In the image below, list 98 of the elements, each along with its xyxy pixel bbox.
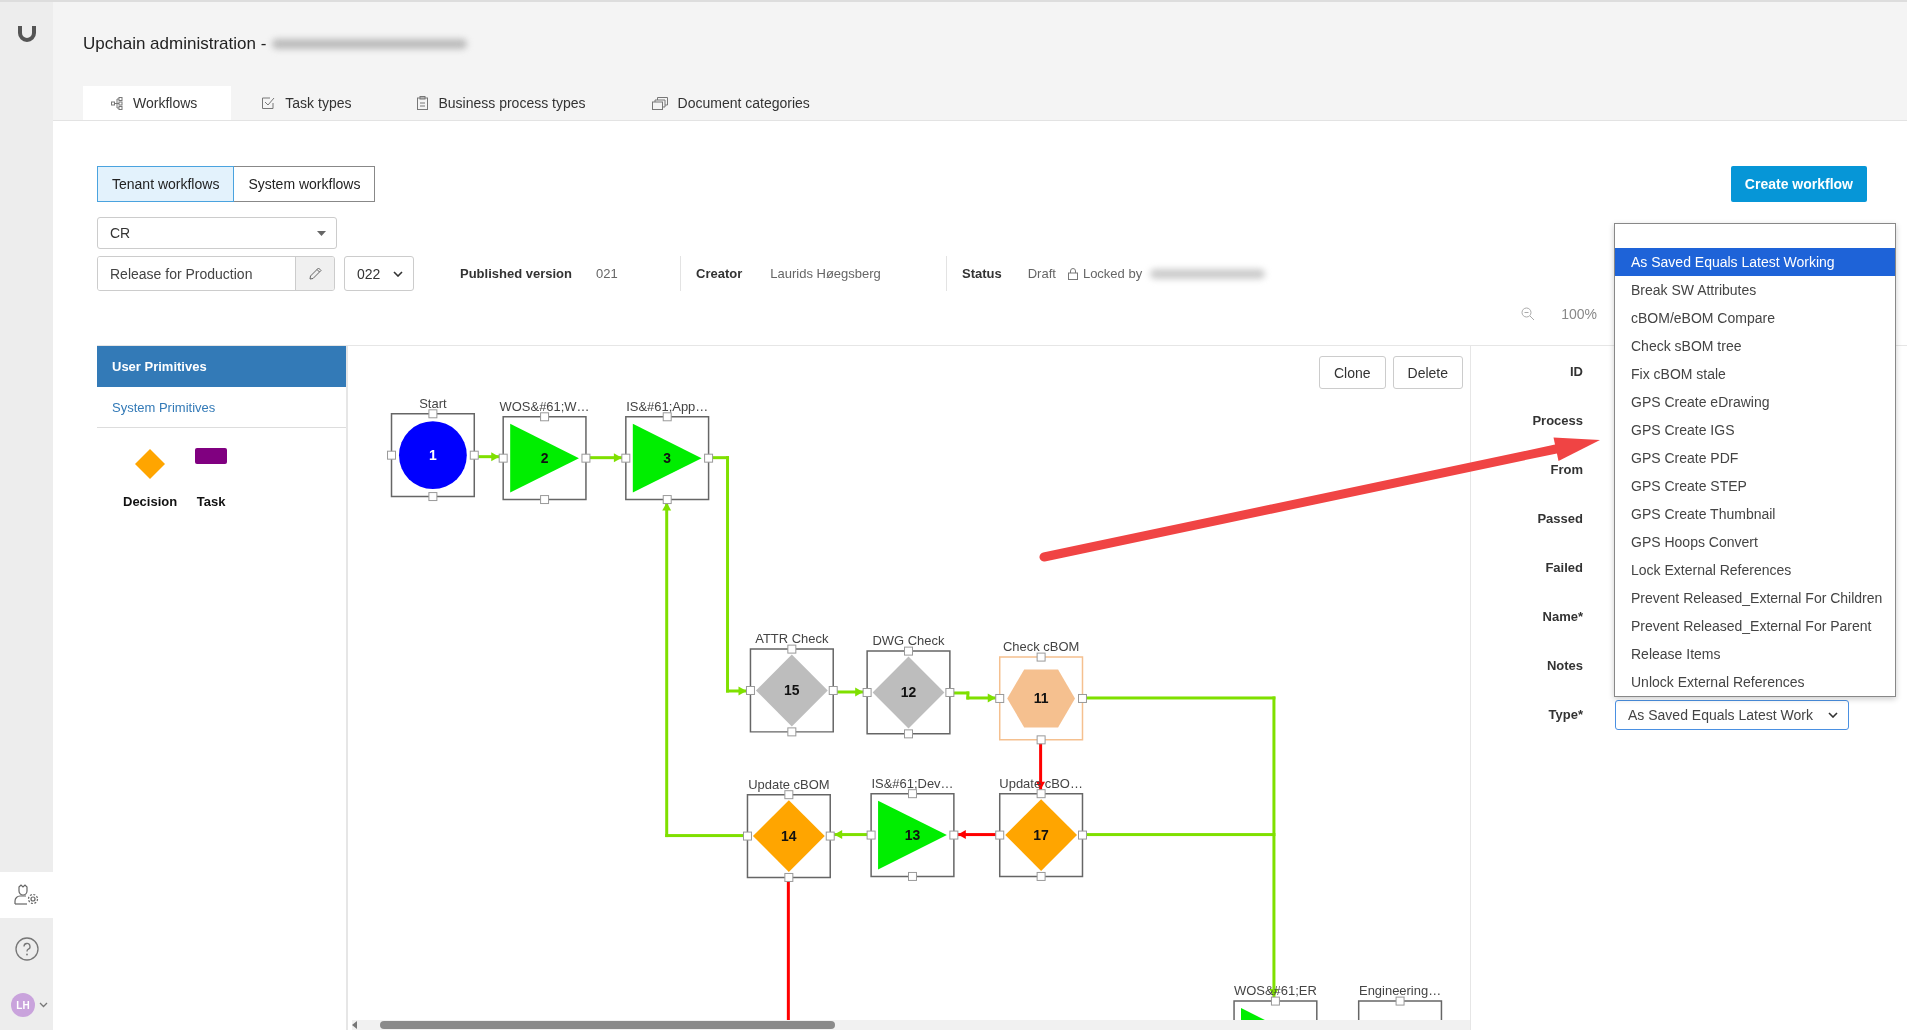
node-label: DWG Check [872,633,945,649]
circle-node[interactable] [399,421,467,489]
zoom-out-icon[interactable] [1521,306,1536,321]
dropdown-option[interactable]: GPS Hoops Convert [1615,528,1895,556]
lock-icon [1067,267,1078,280]
scroll-left-icon[interactable] [352,1021,358,1029]
version-select[interactable]: 022 [344,256,414,291]
dropdown-option[interactable]: cBOM/eBOM Compare [1615,304,1895,332]
node-label: WOS&#61;W… [499,398,590,414]
dropdown-option[interactable]: Lock External References [1615,556,1895,584]
node-label: Update cBOM [748,776,830,792]
locked-by-label: Locked by [1082,266,1143,281]
dropdown-option[interactable]: GPS Create STEP [1615,472,1895,500]
help-icon[interactable] [14,937,39,961]
tab[interactable]: Business process types [387,86,622,120]
property-label: Passed [1536,511,1583,526]
node-frame[interactable] [1357,996,1443,1021]
tab[interactable]: Document categories [621,86,846,120]
canvas-action-button[interactable]: Delete [1392,356,1463,389]
dropdown-option[interactable]: GPS Create IGS [1615,416,1895,444]
diamond-primitive[interactable] [134,448,167,480]
diamond-node[interactable] [752,800,825,872]
tab[interactable]: Task types [231,86,388,120]
node-number: 12 [900,684,917,701]
node-label: Start [419,395,447,411]
node-number: 17 [1033,827,1049,844]
info-label: Status [962,266,1002,281]
zoom-level: 100% [1561,305,1597,322]
node-label: Check cBOM [1002,639,1080,655]
node-number: 2 [540,450,549,467]
node-number: 1 [429,447,437,464]
info-label: Published version [460,266,572,281]
info-value: Laurids Høegsberg [770,266,881,281]
workflow-name-field[interactable]: Release for Production [97,256,335,291]
node-label: ATTR Check [755,631,829,647]
type-select[interactable]: As Saved Equals Latest Work [1615,699,1849,730]
hexagon-node[interactable] [1007,669,1075,728]
dropdown-option[interactable]: GPS Create eDrawing [1615,388,1895,416]
node-label: IS&#61;Dev… [871,775,954,791]
primitives-tab[interactable]: User Primitives [97,346,346,387]
diamond-node[interactable] [872,656,945,729]
primitive-label: Decision [123,494,178,509]
dropdown-option[interactable]: Check sBOM tree [1615,332,1895,360]
triangle-node[interactable] [1241,1008,1265,1021]
primitive-label: Task [196,494,226,509]
triangle-node[interactable] [878,800,947,870]
property-label: From [1549,462,1583,477]
dropdown-option[interactable]: GPS Create PDF [1615,444,1895,472]
page-title: Upchain administration - [83,34,267,54]
workflow-icon [111,96,123,110]
pencil-icon [308,267,322,280]
canvas-action-button[interactable]: Clone [1318,356,1386,389]
dropdown-option[interactable]: Fix cBOM stale [1615,360,1895,388]
dropdown-option[interactable]: GPS Create Thumbnail [1615,500,1895,528]
checkbox-icon [261,96,276,110]
clipboard-icon [417,96,429,110]
node-number: 11 [1033,690,1049,707]
triangle-node[interactable] [510,423,579,493]
diamond-node[interactable] [755,654,828,727]
node-label: IS&#61;App… [626,398,709,414]
documents-icon [651,96,668,110]
property-label: Failed [1544,560,1583,575]
property-label: Type* [1547,707,1583,722]
dropdown-option[interactable]: Unlock External References [1615,668,1895,696]
scope-toggle-button[interactable]: Tenant workflows [97,166,235,202]
scope-toggle-button[interactable]: System workflows [234,166,376,202]
info-value: 021 [596,266,618,281]
node-number: 3 [663,450,672,467]
info-label: Creator [696,266,743,281]
property-label: ID [1569,364,1583,379]
scrollbar-thumb[interactable] [380,1021,835,1029]
category-select[interactable]: CR [97,217,337,249]
dropdown-option[interactable]: Prevent Released_External For Children [1615,584,1895,612]
info-value: Draft [1027,266,1056,281]
node-frame[interactable] [1233,996,1318,1021]
property-label: Name* [1541,609,1583,624]
dropdown-option[interactable]: Prevent Released_External For Parent [1615,612,1895,640]
dropdown-option[interactable]: Release Items [1615,640,1895,668]
diamond-node[interactable] [1005,799,1077,871]
dropdown-option[interactable]: Break SW Attributes [1615,276,1895,304]
node-number: 15 [784,682,800,699]
node-number: 14 [781,828,797,845]
chevron-down-icon[interactable] [39,1002,48,1008]
property-label: Process [1531,413,1583,428]
tab[interactable]: Workflows [83,86,232,120]
triangle-node[interactable] [632,423,702,493]
edit-button[interactable] [295,257,334,290]
connector-line[interactable] [726,686,748,696]
dropdown-option[interactable]: As Saved Equals Latest Working [1615,248,1895,276]
logo-icon[interactable] [15,24,38,44]
caret-icon [317,230,326,236]
user-gear-icon[interactable] [13,884,40,906]
node-label: Engineering… [1359,983,1442,999]
node-number: 13 [904,827,921,844]
chevron-down-icon [1828,711,1838,718]
rectangle-primitive[interactable] [195,448,228,464]
property-label: Notes [1545,658,1583,673]
chevron-down-icon [393,270,403,277]
